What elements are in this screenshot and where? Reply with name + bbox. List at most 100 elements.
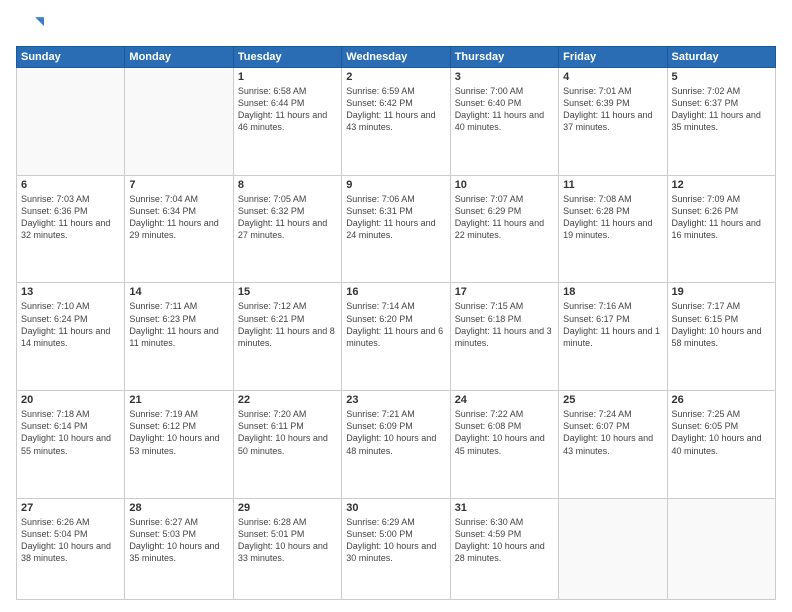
day-info: Sunrise: 7:15 AM Sunset: 6:18 PM Dayligh… xyxy=(455,300,554,349)
calendar-week-0: 1 Sunrise: 6:58 AM Sunset: 6:44 PM Daylig… xyxy=(17,68,776,176)
day-number: 28 xyxy=(129,502,228,514)
day-number: 21 xyxy=(129,394,228,406)
day-info: Sunrise: 7:01 AM Sunset: 6:39 PM Dayligh… xyxy=(563,85,662,134)
day-number: 26 xyxy=(672,394,771,406)
calendar-day-14: 14 Sunrise: 7:11 AM Sunset: 6:23 PM Dayli… xyxy=(125,283,233,391)
day-info: Sunrise: 6:28 AM Sunset: 5:01 PM Dayligh… xyxy=(238,516,337,565)
calendar-day-31: 31 Sunrise: 6:30 AM Sunset: 4:59 PM Dayli… xyxy=(450,498,558,599)
day-number: 12 xyxy=(672,179,771,191)
calendar-empty xyxy=(17,68,125,176)
calendar-day-27: 27 Sunrise: 6:26 AM Sunset: 5:04 PM Dayli… xyxy=(17,498,125,599)
day-info: Sunrise: 6:58 AM Sunset: 6:44 PM Dayligh… xyxy=(238,85,337,134)
day-number: 14 xyxy=(129,286,228,298)
day-info: Sunrise: 7:22 AM Sunset: 6:08 PM Dayligh… xyxy=(455,408,554,457)
day-number: 10 xyxy=(455,179,554,191)
calendar-day-3: 3 Sunrise: 7:00 AM Sunset: 6:40 PM Daylig… xyxy=(450,68,558,176)
day-number: 29 xyxy=(238,502,337,514)
calendar-day-29: 29 Sunrise: 6:28 AM Sunset: 5:01 PM Dayli… xyxy=(233,498,341,599)
calendar-day-13: 13 Sunrise: 7:10 AM Sunset: 6:24 PM Dayli… xyxy=(17,283,125,391)
calendar-day-6: 6 Sunrise: 7:03 AM Sunset: 6:36 PM Daylig… xyxy=(17,175,125,283)
day-info: Sunrise: 6:27 AM Sunset: 5:03 PM Dayligh… xyxy=(129,516,228,565)
day-info: Sunrise: 7:03 AM Sunset: 6:36 PM Dayligh… xyxy=(21,193,120,242)
weekday-wednesday: Wednesday xyxy=(342,47,450,68)
day-info: Sunrise: 7:07 AM Sunset: 6:29 PM Dayligh… xyxy=(455,193,554,242)
day-number: 6 xyxy=(21,179,120,191)
logo xyxy=(16,12,48,40)
day-number: 18 xyxy=(563,286,662,298)
day-number: 9 xyxy=(346,179,445,191)
calendar-table: SundayMondayTuesdayWednesdayThursdayFrid… xyxy=(16,46,776,600)
calendar-day-8: 8 Sunrise: 7:05 AM Sunset: 6:32 PM Daylig… xyxy=(233,175,341,283)
day-info: Sunrise: 7:16 AM Sunset: 6:17 PM Dayligh… xyxy=(563,300,662,349)
day-info: Sunrise: 7:14 AM Sunset: 6:20 PM Dayligh… xyxy=(346,300,445,349)
calendar-day-17: 17 Sunrise: 7:15 AM Sunset: 6:18 PM Dayli… xyxy=(450,283,558,391)
day-number: 3 xyxy=(455,71,554,83)
calendar-day-28: 28 Sunrise: 6:27 AM Sunset: 5:03 PM Dayli… xyxy=(125,498,233,599)
logo-icon xyxy=(16,12,44,40)
day-info: Sunrise: 7:21 AM Sunset: 6:09 PM Dayligh… xyxy=(346,408,445,457)
calendar-week-1: 6 Sunrise: 7:03 AM Sunset: 6:36 PM Daylig… xyxy=(17,175,776,283)
day-info: Sunrise: 7:11 AM Sunset: 6:23 PM Dayligh… xyxy=(129,300,228,349)
day-info: Sunrise: 7:04 AM Sunset: 6:34 PM Dayligh… xyxy=(129,193,228,242)
day-info: Sunrise: 7:12 AM Sunset: 6:21 PM Dayligh… xyxy=(238,300,337,349)
calendar-body: 1 Sunrise: 6:58 AM Sunset: 6:44 PM Daylig… xyxy=(17,68,776,600)
calendar-day-24: 24 Sunrise: 7:22 AM Sunset: 6:08 PM Dayli… xyxy=(450,391,558,499)
calendar-day-18: 18 Sunrise: 7:16 AM Sunset: 6:17 PM Dayli… xyxy=(559,283,667,391)
day-info: Sunrise: 7:06 AM Sunset: 6:31 PM Dayligh… xyxy=(346,193,445,242)
day-number: 2 xyxy=(346,71,445,83)
calendar-day-23: 23 Sunrise: 7:21 AM Sunset: 6:09 PM Dayli… xyxy=(342,391,450,499)
day-number: 20 xyxy=(21,394,120,406)
day-number: 16 xyxy=(346,286,445,298)
day-info: Sunrise: 6:30 AM Sunset: 4:59 PM Dayligh… xyxy=(455,516,554,565)
day-number: 25 xyxy=(563,394,662,406)
day-number: 22 xyxy=(238,394,337,406)
calendar-day-10: 10 Sunrise: 7:07 AM Sunset: 6:29 PM Dayli… xyxy=(450,175,558,283)
day-number: 24 xyxy=(455,394,554,406)
calendar-day-19: 19 Sunrise: 7:17 AM Sunset: 6:15 PM Dayli… xyxy=(667,283,775,391)
day-info: Sunrise: 7:19 AM Sunset: 6:12 PM Dayligh… xyxy=(129,408,228,457)
day-info: Sunrise: 7:18 AM Sunset: 6:14 PM Dayligh… xyxy=(21,408,120,457)
day-number: 27 xyxy=(21,502,120,514)
day-info: Sunrise: 7:00 AM Sunset: 6:40 PM Dayligh… xyxy=(455,85,554,134)
calendar-day-7: 7 Sunrise: 7:04 AM Sunset: 6:34 PM Daylig… xyxy=(125,175,233,283)
calendar-day-26: 26Sunrise: 7:25 AM Sunset: 6:05 PM Dayli… xyxy=(667,391,775,499)
calendar-day-15: 15Sunrise: 7:12 AM Sunset: 6:21 PM Dayli… xyxy=(233,283,341,391)
day-info: Sunrise: 7:10 AM Sunset: 6:24 PM Dayligh… xyxy=(21,300,120,349)
calendar-day-9: 9 Sunrise: 7:06 AM Sunset: 6:31 PM Daylig… xyxy=(342,175,450,283)
calendar-day-5: 5Sunrise: 7:02 AM Sunset: 6:37 PM Daylig… xyxy=(667,68,775,176)
day-number: 19 xyxy=(672,286,771,298)
day-number: 23 xyxy=(346,394,445,406)
day-info: Sunrise: 7:05 AM Sunset: 6:32 PM Dayligh… xyxy=(238,193,337,242)
day-number: 4 xyxy=(563,71,662,83)
weekday-sunday: Sunday xyxy=(17,47,125,68)
day-number: 8 xyxy=(238,179,337,191)
day-info: Sunrise: 6:29 AM Sunset: 5:00 PM Dayligh… xyxy=(346,516,445,565)
calendar-day-12: 12 Sunrise: 7:09 AM Sunset: 6:26 PM Dayli… xyxy=(667,175,775,283)
calendar-week-4: 27 Sunrise: 6:26 AM Sunset: 5:04 PM Dayli… xyxy=(17,498,776,599)
day-number: 13 xyxy=(21,286,120,298)
day-number: 7 xyxy=(129,179,228,191)
day-number: 5 xyxy=(672,71,771,83)
day-info: Sunrise: 7:24 AM Sunset: 6:07 PM Dayligh… xyxy=(563,408,662,457)
calendar-day-1: 1 Sunrise: 6:58 AM Sunset: 6:44 PM Daylig… xyxy=(233,68,341,176)
calendar-empty xyxy=(125,68,233,176)
day-number: 31 xyxy=(455,502,554,514)
day-number: 17 xyxy=(455,286,554,298)
calendar-empty xyxy=(559,498,667,599)
calendar-week-2: 13 Sunrise: 7:10 AM Sunset: 6:24 PM Dayli… xyxy=(17,283,776,391)
calendar-day-4: 4 Sunrise: 7:01 AM Sunset: 6:39 PM Daylig… xyxy=(559,68,667,176)
calendar-day-21: 21 Sunrise: 7:19 AM Sunset: 6:12 PM Dayli… xyxy=(125,391,233,499)
day-number: 1 xyxy=(238,71,337,83)
day-info: Sunrise: 7:17 AM Sunset: 6:15 PM Dayligh… xyxy=(672,300,771,349)
day-info: Sunrise: 7:09 AM Sunset: 6:26 PM Dayligh… xyxy=(672,193,771,242)
calendar-day-30: 30Sunrise: 6:29 AM Sunset: 5:00 PM Dayli… xyxy=(342,498,450,599)
day-info: Sunrise: 6:26 AM Sunset: 5:04 PM Dayligh… xyxy=(21,516,120,565)
calendar-day-11: 11Sunrise: 7:08 AM Sunset: 6:28 PM Dayli… xyxy=(559,175,667,283)
day-number: 11 xyxy=(563,179,662,191)
day-info: Sunrise: 6:59 AM Sunset: 6:42 PM Dayligh… xyxy=(346,85,445,134)
calendar-day-2: 2 Sunrise: 6:59 AM Sunset: 6:42 PM Daylig… xyxy=(342,68,450,176)
weekday-friday: Friday xyxy=(559,47,667,68)
weekday-monday: Monday xyxy=(125,47,233,68)
calendar-day-25: 25 Sunrise: 7:24 AM Sunset: 6:07 PM Dayli… xyxy=(559,391,667,499)
calendar-week-3: 20 Sunrise: 7:18 AM Sunset: 6:14 PM Dayli… xyxy=(17,391,776,499)
